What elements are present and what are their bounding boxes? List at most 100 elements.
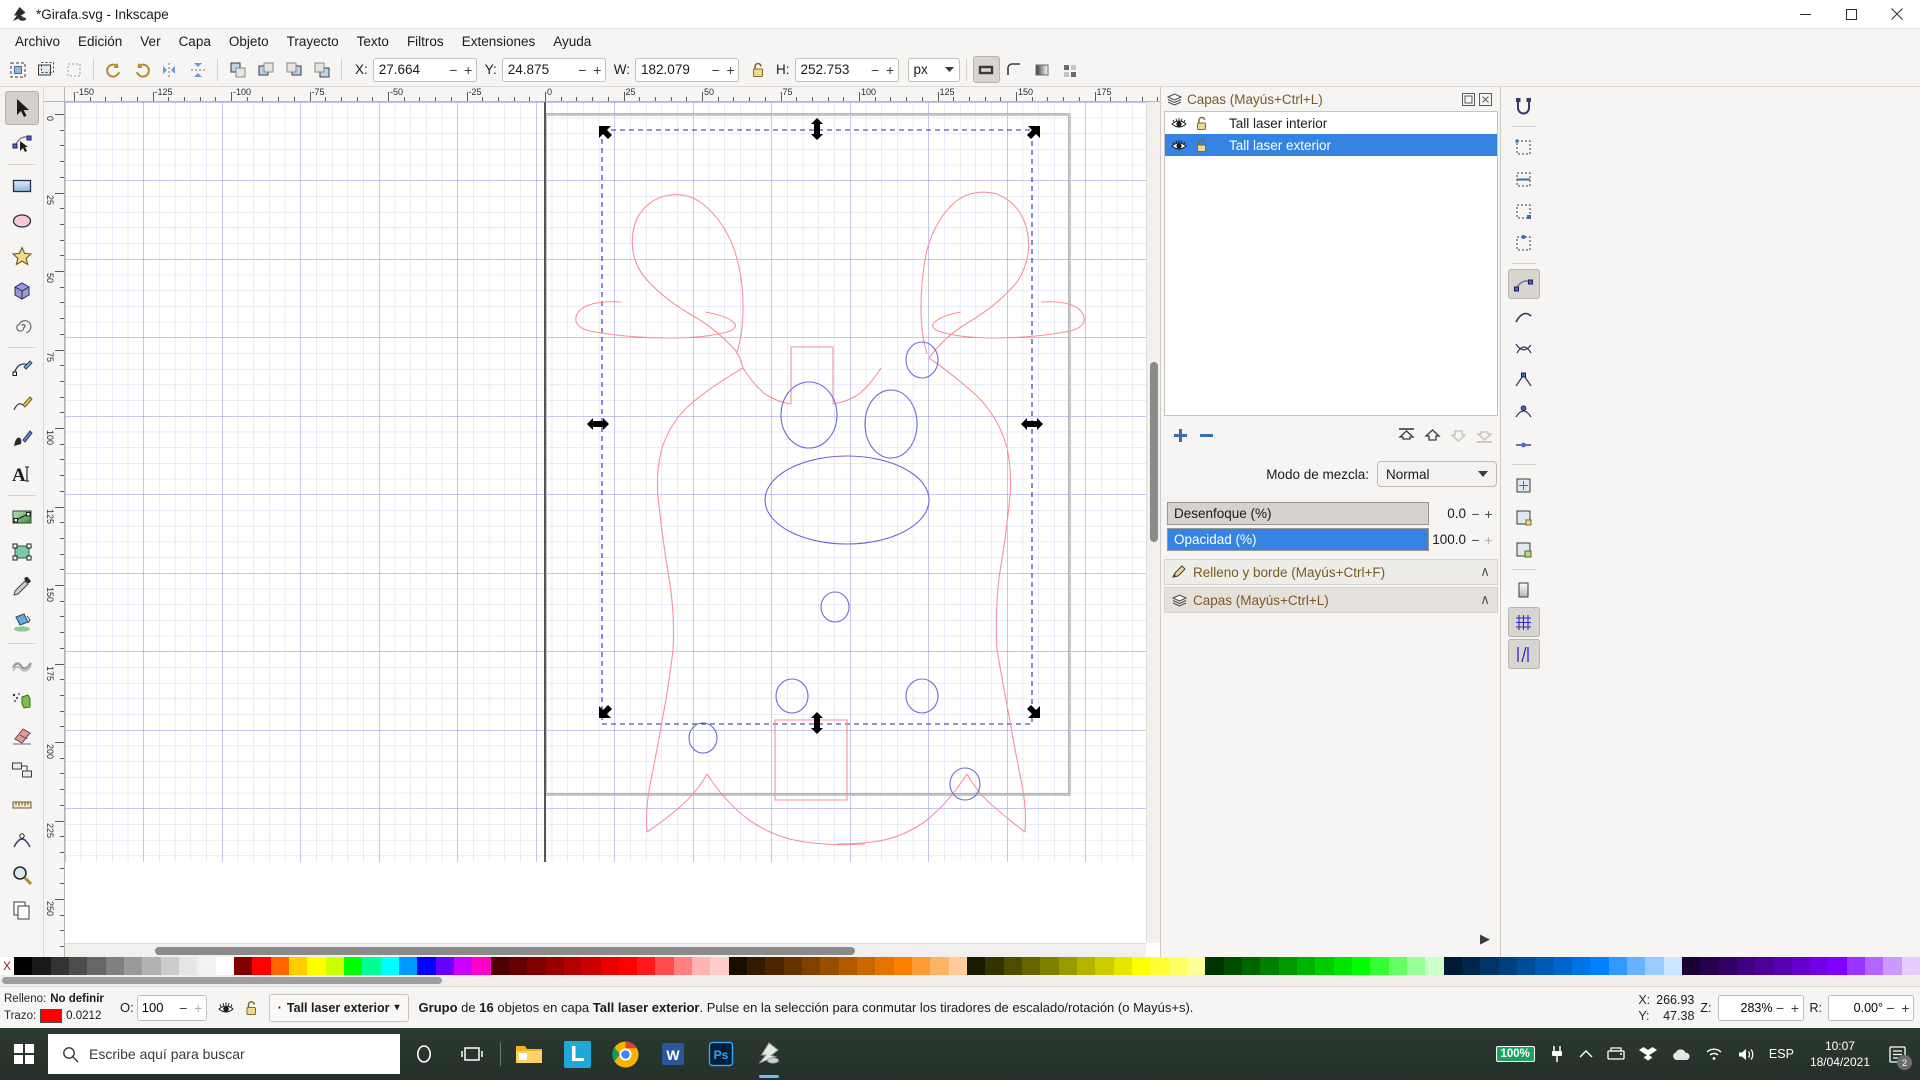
adobe-photoshop-icon[interactable]: Ps [697,1028,745,1080]
menu-texto[interactable]: Texto [348,32,398,51]
palette-swatch[interactable] [288,957,308,975]
palette-swatch[interactable] [1773,957,1792,975]
box3d-tool[interactable] [5,274,39,308]
opacity-decrement[interactable]: − [176,997,191,1019]
ellipse-tool[interactable] [5,204,39,238]
snap-page-border-icon[interactable] [1508,575,1540,605]
palette-swatch[interactable] [1865,957,1884,975]
canvas-vertical-scrollbar[interactable] [1146,102,1160,943]
palette-swatch[interactable] [1681,957,1701,975]
palette-swatch[interactable] [1810,957,1829,975]
height-decrement[interactable]: − [868,59,883,81]
canvas-horizontal-scrollbar[interactable] [65,943,1146,957]
palette-swatch[interactable] [600,957,619,975]
palette-swatch[interactable] [1571,957,1591,975]
palette-swatch[interactable] [307,957,326,975]
palette-swatch[interactable] [893,957,913,975]
wifi-icon[interactable] [1699,1028,1729,1080]
lower-to-bottom-icon[interactable] [308,56,335,83]
rotation-decrement[interactable]: − [1883,997,1898,1019]
snap-bounding-box-icon[interactable] [1508,132,1540,162]
palette-swatch[interactable] [618,957,638,975]
show-hidden-icons-icon[interactable] [1573,1028,1599,1080]
blur-decrement[interactable]: − [1469,506,1482,522]
y-field[interactable]: − + [501,57,606,82]
palette-swatch[interactable] [728,957,748,975]
height-field[interactable]: − + [794,57,899,82]
palette-swatch[interactable] [1260,957,1279,975]
palette-swatch[interactable] [1315,957,1334,975]
menu-edicion[interactable]: Edición [69,32,131,51]
node-tool[interactable] [5,126,39,160]
dropbox-icon[interactable] [1633,1028,1663,1080]
eraser-tool[interactable] [5,718,39,752]
palette-swatch[interactable] [435,957,454,975]
palette-swatch[interactable] [123,957,143,975]
lpe-tool[interactable] [5,823,39,857]
palette-swatch[interactable] [398,957,418,975]
affect-rounded-corners-icon[interactable] [1001,56,1028,83]
palette-swatch[interactable] [1333,957,1352,975]
palette-swatch[interactable] [1241,957,1261,975]
paintbucket-tool[interactable] [5,605,39,639]
menu-extensiones[interactable]: Extensiones [453,32,545,51]
spray-tool[interactable] [5,683,39,717]
layers-panel-bar[interactable]: Capas (Mayús+Ctrl+L) ∧ [1164,587,1498,613]
menu-archivo[interactable]: Archivo [6,32,69,51]
palette-swatch[interactable] [1553,957,1572,975]
palette-swatch[interactable] [563,957,583,975]
layer-lock-icon[interactable] [239,995,265,1021]
palette-swatch[interactable] [1590,957,1609,975]
palette-swatch[interactable] [838,957,858,975]
x-field[interactable]: − + [372,57,477,82]
minimize-button[interactable] [1782,0,1828,29]
palette-swatch[interactable] [820,957,839,975]
y-increment[interactable]: + [590,59,605,81]
affect-gradients-icon[interactable] [1029,56,1056,83]
palette-swatch[interactable] [87,957,106,975]
palette-swatch[interactable] [582,957,601,975]
palette-swatch[interactable] [508,957,528,975]
snap-grid-icon[interactable] [1507,607,1540,637]
palette-swatch[interactable] [765,957,784,975]
palette-swatch[interactable] [1077,957,1096,975]
pages-tool[interactable] [5,893,39,927]
opacity-decrement[interactable]: − [1469,532,1482,548]
palette-swatch[interactable] [1718,957,1737,975]
horizontal-ruler[interactable]: -200-175-150-125-100-75-50-2502550751001… [65,87,1160,102]
palette-swatch[interactable] [1406,957,1426,975]
windows-start-icon[interactable] [0,1028,48,1080]
snap-midpoint-icon[interactable] [1508,429,1540,459]
palette-swatch[interactable] [160,957,179,975]
height-input[interactable] [795,62,868,77]
menu-ver[interactable]: Ver [131,32,169,51]
zoom-decrement[interactable]: − [1773,997,1788,1019]
palette-swatch[interactable] [1791,957,1811,975]
rotate-ccw-90-icon[interactable] [100,56,127,83]
opacity-value[interactable]: 100.0 [1429,532,1469,547]
rectangle-tool[interactable] [5,169,39,203]
snap-bbox-edge-icon[interactable] [1508,164,1540,194]
palette-swatch[interactable] [1205,957,1224,975]
palette-swatch[interactable] [105,957,124,975]
gradient-tool[interactable] [5,500,39,534]
zoom-increment[interactable]: + [1788,997,1803,1019]
palette-swatch[interactable] [1846,957,1866,975]
connector-tool[interactable] [5,753,39,787]
measure-tool[interactable] [5,788,39,822]
palette-swatch[interactable] [802,957,821,975]
layer-row-tall-laser-interior[interactable]: Tall laser interior [1165,112,1497,134]
palette-swatch[interactable] [875,957,894,975]
horizontal-scroll-thumb[interactable] [155,947,855,955]
snap-object-center-icon[interactable] [1508,470,1540,500]
palette-swatch[interactable] [362,957,381,975]
palette-swatch[interactable] [50,957,69,975]
flip-vertical-icon[interactable] [184,56,211,83]
lower-layer-button[interactable] [1445,423,1471,447]
x-input[interactable] [373,62,446,77]
flip-horizontal-icon[interactable] [156,56,183,83]
power-plug-icon[interactable] [1543,1028,1571,1080]
palette-swatch[interactable] [1700,957,1719,975]
palette-swatch[interactable] [545,957,564,975]
select-all-layers-icon[interactable] [32,56,59,83]
